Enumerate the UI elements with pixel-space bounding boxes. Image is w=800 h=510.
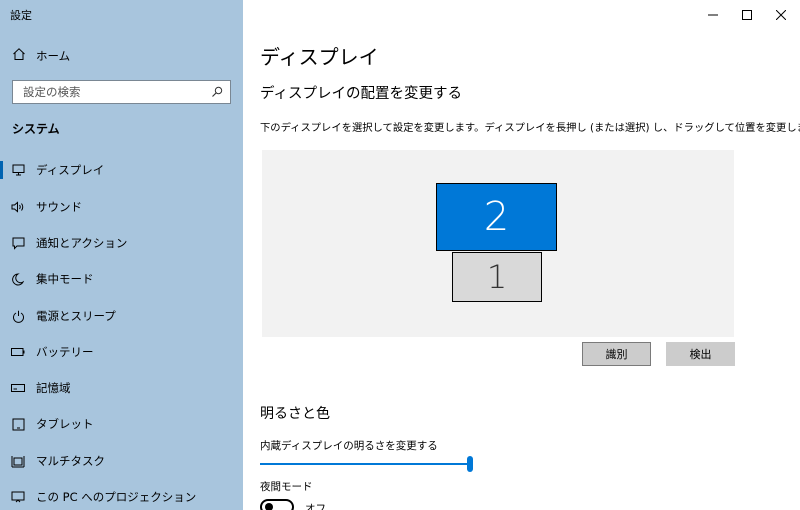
- night-light-label: 夜間モード: [260, 481, 313, 493]
- speaker-icon: [11, 200, 25, 214]
- projection-icon: [11, 490, 25, 504]
- sidebar-item-label: 記憶域: [36, 381, 71, 395]
- sidebar-section-title: システム: [12, 122, 60, 136]
- sidebar-item-label: サウンド: [36, 200, 82, 214]
- home-label: ホーム: [36, 48, 71, 63]
- sidebar-item-label: ディスプレイ: [36, 163, 105, 177]
- app-title: 設定: [10, 9, 32, 22]
- brightness-label: 内蔵ディスプレイの明るさを変更する: [260, 440, 438, 452]
- storage-icon: [11, 381, 25, 395]
- page-title: ディスプレイ: [260, 45, 379, 69]
- tablet-icon: [11, 417, 25, 431]
- sidebar-home[interactable]: ホーム: [12, 47, 70, 64]
- power-icon: [11, 309, 25, 323]
- sidebar-item-display[interactable]: ディスプレイ: [0, 152, 243, 188]
- battery-icon: [11, 345, 25, 359]
- monitor-2[interactable]: 2: [436, 183, 557, 251]
- main-content: ディスプレイ ディスプレイの配置を変更する 下のディスプレイを選択して設定を変更…: [243, 0, 800, 510]
- sidebar-item-label: この PC へのプロジェクション: [36, 490, 197, 504]
- home-icon: [12, 47, 26, 64]
- multitask-icon: [11, 454, 25, 468]
- display-arrangement-area[interactable]: 2 1: [262, 150, 734, 337]
- sidebar-item-sound[interactable]: サウンド: [0, 189, 243, 225]
- brightness-slider-track[interactable]: [260, 463, 470, 465]
- search-input[interactable]: 設定の検索: [15, 81, 210, 103]
- sidebar-item-label: バッテリー: [36, 345, 94, 359]
- search-box[interactable]: 設定の検索: [12, 80, 231, 104]
- sidebar-item-power[interactable]: 電源とスリープ: [0, 298, 243, 334]
- identify-button[interactable]: 識別: [582, 342, 651, 366]
- sidebar-item-battery[interactable]: バッテリー: [0, 334, 243, 370]
- monitor-1[interactable]: 1: [452, 252, 542, 302]
- night-light-toggle[interactable]: [260, 499, 294, 510]
- sidebar-item-label: マルチタスク: [36, 454, 105, 468]
- search-icon[interactable]: [210, 85, 224, 99]
- sidebar-item-projection[interactable]: この PC へのプロジェクション: [0, 479, 243, 510]
- monitor-icon: [11, 163, 25, 177]
- sidebar-item-label: 電源とスリープ: [36, 309, 116, 323]
- sidebar: 設定 ホーム 設定の検索 システム ディスプレイ サウンド 通知とアクション 集…: [0, 0, 243, 510]
- notification-icon: [11, 236, 25, 250]
- sidebar-item-storage[interactable]: 記憶域: [0, 370, 243, 406]
- sidebar-item-multitask[interactable]: マルチタスク: [0, 443, 243, 479]
- night-light-state: オフ: [305, 503, 326, 510]
- brightness-slider-thumb[interactable]: [467, 456, 473, 472]
- sidebar-item-label: タブレット: [36, 417, 94, 431]
- arrange-description: 下のディスプレイを選択して設定を変更します。ディスプレイを長押し (または選択)…: [260, 122, 800, 134]
- brightness-color-heading: 明るさと色: [260, 406, 330, 422]
- sidebar-item-tablet[interactable]: タブレット: [0, 406, 243, 442]
- sidebar-item-notifications[interactable]: 通知とアクション: [0, 225, 243, 261]
- sidebar-item-label: 通知とアクション: [36, 236, 128, 250]
- sidebar-item-focus[interactable]: 集中モード: [0, 261, 243, 297]
- moon-icon: [11, 272, 25, 286]
- sidebar-item-label: 集中モード: [36, 272, 94, 286]
- arrange-heading: ディスプレイの配置を変更する: [260, 86, 462, 102]
- detect-button[interactable]: 検出: [666, 342, 735, 366]
